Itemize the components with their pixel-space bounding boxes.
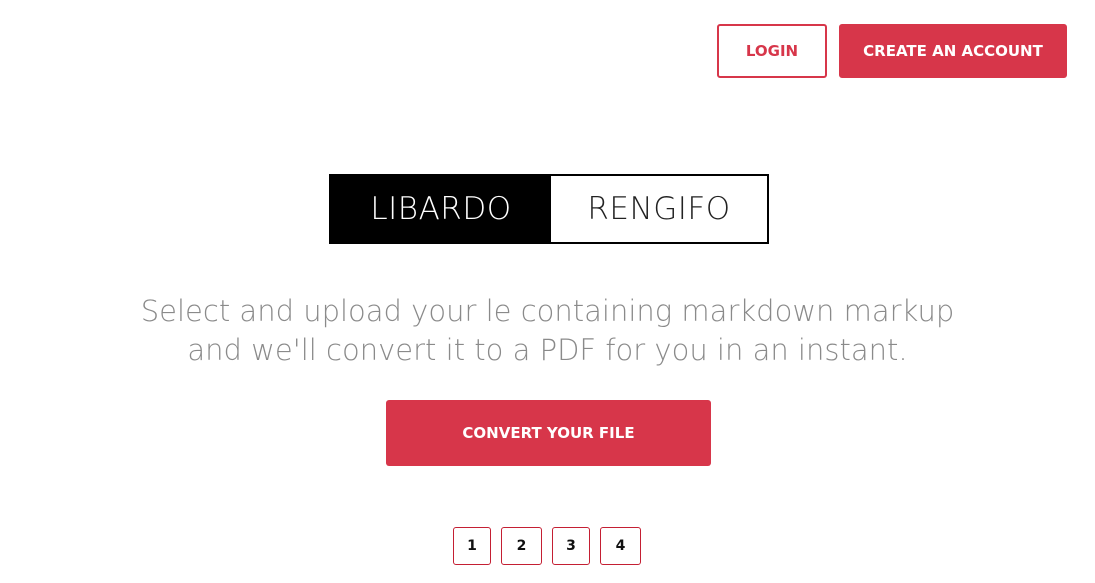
page-button-3[interactable]: 3 <box>552 527 590 565</box>
logo-last-name: RENGIFO <box>551 176 767 242</box>
logo-first-name: LIBARDO <box>331 176 551 242</box>
login-button[interactable]: LOGIN <box>717 24 827 78</box>
convert-file-button[interactable]: CONVERT YOUR FILE <box>386 400 711 466</box>
page-button-1[interactable]: 1 <box>453 527 491 565</box>
create-account-button[interactable]: CREATE AN ACCOUNT <box>839 24 1067 78</box>
tagline: Select and upload your le containing mar… <box>0 292 1095 370</box>
top-nav: LOGIN CREATE AN ACCOUNT <box>717 24 1067 78</box>
page-button-4[interactable]: 4 <box>600 527 641 565</box>
pagination: 1 2 3 4 <box>453 527 641 565</box>
page-button-2[interactable]: 2 <box>501 527 542 565</box>
tagline-line-2: and we'll convert it to a PDF for you in… <box>187 333 908 367</box>
tagline-line-1: Select and upload your le containing mar… <box>140 294 955 328</box>
site-logo: LIBARDO RENGIFO <box>329 174 769 244</box>
